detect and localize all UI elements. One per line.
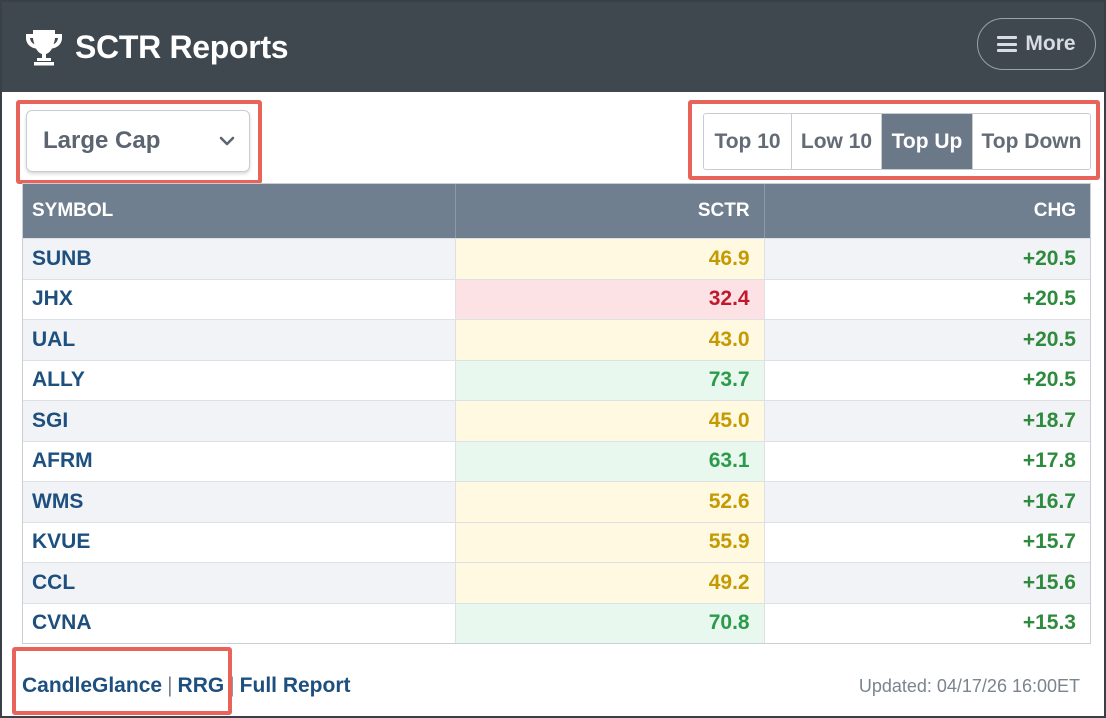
sctr-value: 63.1 [456,441,765,481]
rrg-link[interactable]: RRG [178,674,225,698]
more-button[interactable]: More [977,18,1096,70]
sctr-value: 70.8 [456,603,765,643]
header-bar: SCTR Reports More [2,2,1104,92]
table-row[interactable]: AFRM 63.1 +17.8 [23,440,1090,481]
sctr-value: 49.2 [456,563,765,603]
symbol-link[interactable]: JHX [23,279,457,319]
table-row[interactable]: KVUE 55.9 +15.7 [23,521,1090,562]
link-separator: | [229,674,235,697]
segment-top-down[interactable]: Top Down [973,114,1090,169]
column-header-chg[interactable]: CHG [765,184,1090,238]
sctr-value: 43.0 [456,320,765,360]
symbol-link[interactable]: KVUE [23,522,457,562]
sctr-table: SYMBOL SCTR CHG SUNB 46.9 +20.5 JHX 32.4 +20.… [22,183,1091,644]
table-header: SYMBOL SCTR CHG [23,184,1090,238]
chevron-down-icon [219,136,235,146]
candleglance-link[interactable]: CandleGlance [22,674,162,698]
change-value: +18.7 [1022,408,1076,432]
sctr-value: 46.9 [456,239,765,279]
segment-top-10[interactable]: Top 10 [704,114,792,169]
table-row[interactable]: CCL 49.2 +15.6 [23,562,1090,603]
report-type-segmented-control: Top 10 Low 10 Top Up Top Down [703,113,1091,170]
symbol-link[interactable]: CVNA [23,603,457,643]
full-report-link[interactable]: Full Report [240,674,351,698]
change-value: +17.8 [1022,449,1076,473]
symbol-link[interactable]: SUNB [23,239,457,279]
sctr-value: 45.0 [456,401,765,441]
symbol-link[interactable]: AFRM [23,441,457,481]
symbol-link[interactable]: UAL [23,320,457,360]
symbol-link[interactable]: SGI [23,401,457,441]
sctr-value: 52.6 [456,482,765,522]
table-row[interactable]: UAL 43.0 +20.5 [23,319,1090,360]
table-row[interactable]: CVNA 70.8 +15.3 [23,602,1090,643]
symbol-link[interactable]: CCL [23,563,457,603]
market-cap-select[interactable]: Large Cap [26,110,250,172]
table-row[interactable]: SUNB 46.9 +20.5 [23,238,1090,279]
table-row[interactable]: SGI 45.0 +18.7 [23,400,1090,441]
link-separator: | [167,674,173,697]
change-value: +15.3 [1022,611,1076,635]
segment-top-up[interactable]: Top Up [882,114,973,169]
column-header-sctr[interactable]: SCTR [456,184,765,238]
symbol-link[interactable]: WMS [23,482,457,522]
change-value: +15.6 [1022,570,1076,594]
segment-low-10[interactable]: Low 10 [792,114,882,169]
page-title: SCTR Reports [75,29,289,65]
sctr-value: 55.9 [456,522,765,562]
table-row[interactable]: ALLY 73.7 +20.5 [23,359,1090,400]
menu-icon [997,36,1018,52]
change-value: +20.5 [1022,327,1076,351]
change-value: +15.7 [1022,530,1076,554]
sctr-widget: SCTR Reports More Large Cap Top 10 Low 1… [0,0,1106,718]
change-value: +20.5 [1022,246,1076,270]
trophy-icon [26,30,62,66]
more-button-label: More [1025,32,1076,55]
symbol-link[interactable]: ALLY [23,360,457,400]
sctr-value: 32.4 [456,279,765,319]
column-header-symbol[interactable]: SYMBOL [23,184,457,238]
change-value: +16.7 [1022,489,1076,513]
footer-links: CandleGlance | RRG | Full Report [22,672,351,700]
change-value: +20.5 [1022,368,1076,392]
table-row[interactable]: WMS 52.6 +16.7 [23,481,1090,522]
table-body: SUNB 46.9 +20.5 JHX 32.4 +20.5 UAL 43.0 +20.5 ALL… [23,238,1090,643]
updated-timestamp: Updated: 04/17/26 16:00ET [858,676,1080,696]
change-value: +20.5 [1022,287,1076,311]
sctr-value: 73.7 [456,360,765,400]
market-cap-selected-value: Large Cap [43,127,161,154]
table-row[interactable]: JHX 32.4 +20.5 [23,278,1090,319]
